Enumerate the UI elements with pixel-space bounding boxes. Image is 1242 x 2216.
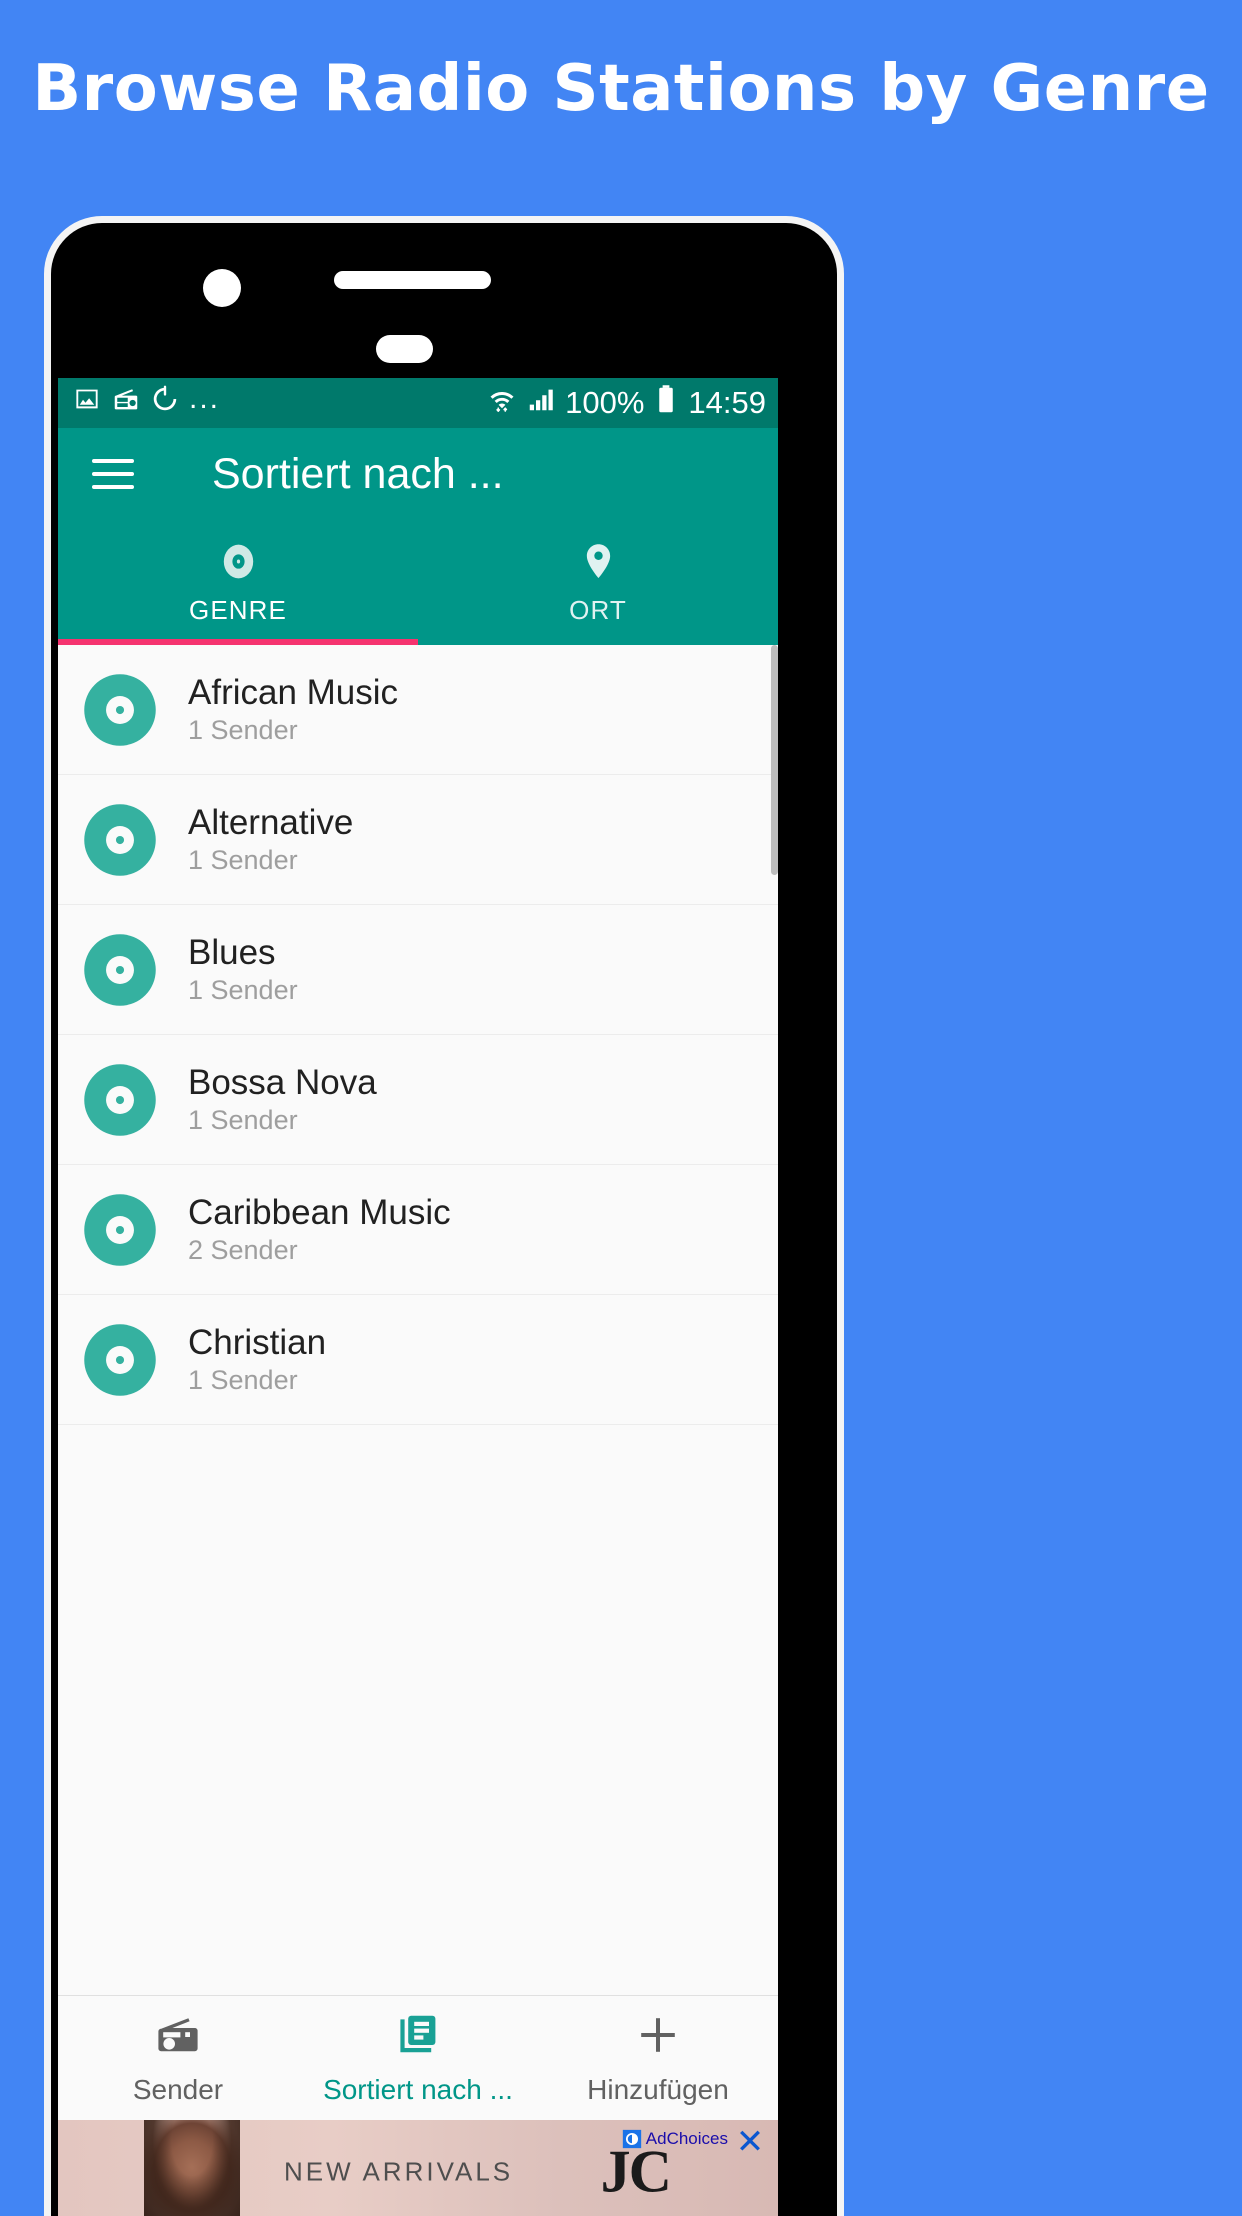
list-item-subtitle: 1 Sender	[188, 1365, 298, 1395]
ad-headline: NEW ARRIVALS	[284, 2156, 514, 2186]
wifi-icon	[487, 384, 517, 422]
list-item[interactable]: Alternative 1 Sender	[58, 775, 778, 905]
phone-body: ... 100% 14:59 Sortiert nach ... GENRE O…	[44, 216, 844, 2216]
page-title: Browse Radio Stations by Genre	[32, 52, 1210, 126]
nav-item-sortiert-nach-label: Sortiert nach ...	[323, 2073, 513, 2105]
ad-image-overlay	[144, 2120, 240, 2216]
radio-icon	[154, 2011, 202, 2064]
genre-list[interactable]: African Music 1 Sender Alternative 1 Sen…	[58, 645, 778, 1995]
disc-icon	[217, 540, 260, 583]
nav-item-sender-label: Sender	[132, 2073, 224, 2105]
image-icon	[72, 384, 102, 422]
status-overflow: ...	[189, 382, 221, 415]
list-item-title: Bossa Nova	[188, 1063, 377, 1102]
scrollbar-thumb[interactable]	[771, 645, 778, 875]
list-item-subtitle: 2 Sender	[188, 1235, 298, 1265]
nav-item-sender[interactable]: Sender	[58, 1996, 298, 2120]
tab-genre[interactable]: GENRE	[58, 520, 418, 645]
list-item[interactable]: African Music 1 Sender	[58, 645, 778, 775]
tab-ort[interactable]: ORT	[418, 520, 778, 645]
ad-banner[interactable]: NEW ARRIVALS JC AdChoices ✕	[58, 2120, 778, 2216]
nav-item-hinzufuegen[interactable]: Hinzufügen	[538, 1996, 778, 2120]
list-item-subtitle: 1 Sender	[188, 975, 298, 1005]
list-icon	[394, 2011, 442, 2064]
battery-icon	[653, 384, 679, 422]
hamburger-icon[interactable]	[92, 459, 134, 489]
disc-icon	[80, 670, 160, 750]
list-item-subtitle: 1 Sender	[188, 715, 298, 745]
app-bar-title: Sortiert nach ...	[212, 449, 504, 498]
clock: 14:59	[688, 385, 766, 420]
list-item-title: Blues	[188, 933, 276, 972]
timer-icon	[150, 384, 180, 422]
close-icon[interactable]: ✕	[732, 2124, 768, 2160]
list-item[interactable]: Bossa Nova 1 Sender	[58, 1035, 778, 1165]
disc-icon	[80, 930, 160, 1010]
list-item-title: African Music	[188, 673, 399, 712]
disc-icon	[80, 1060, 160, 1140]
nav-item-hinzufuegen-label: Hinzufügen	[587, 2073, 729, 2105]
disc-icon	[80, 800, 160, 880]
tab-ort-label: ORT	[569, 594, 627, 625]
location-pin-icon	[577, 540, 620, 583]
phone-mockup: ... 100% 14:59 Sortiert nach ... GENRE O…	[44, 216, 1198, 2216]
signal-icon	[526, 384, 556, 422]
battery-percent: 100%	[565, 385, 645, 420]
tab-genre-label: GENRE	[189, 594, 287, 625]
front-camera-icon	[203, 269, 241, 307]
list-item-title: Caribbean Music	[188, 1193, 451, 1232]
app-bar: Sortiert nach ... GENRE ORT	[58, 428, 778, 645]
adchoices-icon[interactable]: AdChoices	[621, 2128, 728, 2150]
plus-icon	[634, 2011, 682, 2064]
nav-item-sortiert-nach[interactable]: Sortiert nach ...	[298, 1996, 538, 2120]
phone-screen: ... 100% 14:59 Sortiert nach ... GENRE O…	[58, 378, 778, 2216]
list-item[interactable]: Christian 1 Sender	[58, 1295, 778, 1425]
sensor-pill	[376, 335, 433, 363]
disc-icon	[80, 1190, 160, 1270]
list-item-title: Christian	[188, 1323, 327, 1362]
list-item-subtitle: 1 Sender	[188, 1105, 298, 1135]
status-bar: ... 100% 14:59	[58, 378, 778, 428]
list-item[interactable]: Caribbean Music 2 Sender	[58, 1165, 778, 1295]
disc-icon	[80, 1320, 160, 1400]
bottom-navigation: Sender Sortiert nach ... Hinzufügen	[58, 1995, 778, 2120]
list-item[interactable]: Blues 1 Sender	[58, 905, 778, 1035]
adchoices-label: AdChoices	[645, 2129, 728, 2148]
earpiece-speaker	[334, 271, 491, 289]
tab-bar: GENRE ORT	[58, 520, 778, 645]
list-item-subtitle: 1 Sender	[188, 845, 298, 875]
list-item-title: Alternative	[188, 803, 354, 842]
radio-icon	[111, 384, 141, 422]
